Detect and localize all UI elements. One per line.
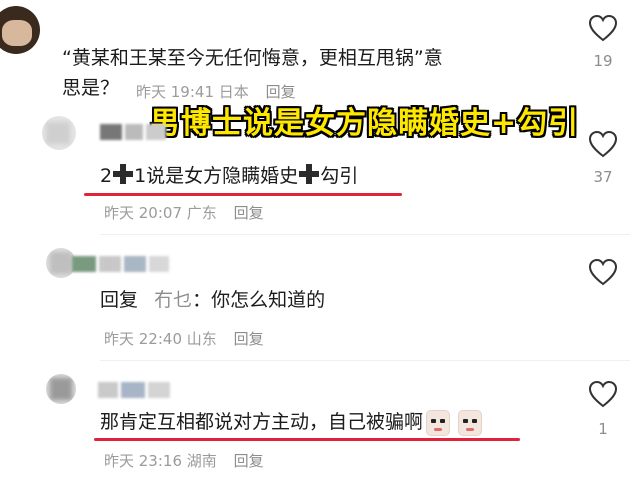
comment-text: 回复 冇乜：你怎么知道的 xyxy=(100,289,326,311)
emoji-sticker-icon xyxy=(426,409,451,436)
like-count: 1 xyxy=(598,420,608,438)
overlay-caption: 男博士说是女方隐瞒婚史+勾引 xyxy=(150,106,580,141)
reply-button[interactable]: 回复 xyxy=(234,204,264,222)
reply-prefix: 回复 xyxy=(100,289,139,311)
heart-icon[interactable] xyxy=(588,130,618,158)
heart-icon[interactable] xyxy=(588,14,618,42)
divider xyxy=(100,234,630,235)
like-count: 37 xyxy=(593,168,613,186)
avatar[interactable] xyxy=(46,374,76,404)
username[interactable] xyxy=(72,256,169,272)
comment-text: 那肯定互相都说对方主动，自己被骗啊 xyxy=(100,408,483,436)
comment-meta: 昨天 20:07 广东 回复 xyxy=(104,202,264,223)
comment-text-continued: 思是？ xyxy=(62,77,120,99)
username[interactable] xyxy=(100,124,166,140)
reply-target[interactable]: 冇乜 xyxy=(154,289,192,311)
avatar[interactable] xyxy=(0,6,40,54)
location: 山东 xyxy=(186,330,217,348)
timestamp: 昨天 23:16 xyxy=(104,452,182,470)
red-underline xyxy=(94,438,520,441)
comment-text: “黄某和王某至今无任何悔意，更相互甩锅”意 xyxy=(62,47,443,69)
heart-icon[interactable] xyxy=(588,380,618,408)
timestamp: 昨天 20:07 xyxy=(104,204,182,222)
emoji-sticker-icon xyxy=(458,409,483,436)
comment-meta: 昨天 22:40 山东 回复 xyxy=(104,328,264,349)
heart-icon[interactable] xyxy=(588,258,618,286)
location: 湖南 xyxy=(186,452,217,470)
red-underline xyxy=(84,193,402,196)
avatar[interactable] xyxy=(42,116,76,150)
reply-button[interactable]: 回复 xyxy=(234,452,264,470)
timestamp: 昨天 22:40 xyxy=(104,330,182,348)
reply-button[interactable]: 回复 xyxy=(234,330,264,348)
location: 广东 xyxy=(186,204,217,222)
plus-icon xyxy=(113,164,134,184)
like-count: 19 xyxy=(593,52,613,70)
comment-meta: 昨天 23:16 湖南 回复 xyxy=(104,450,264,471)
comment-text: 2 1说是女方隐瞒婚史 勾引 xyxy=(100,164,359,187)
username[interactable] xyxy=(98,382,170,398)
divider xyxy=(100,360,630,361)
plus-icon xyxy=(299,164,320,184)
